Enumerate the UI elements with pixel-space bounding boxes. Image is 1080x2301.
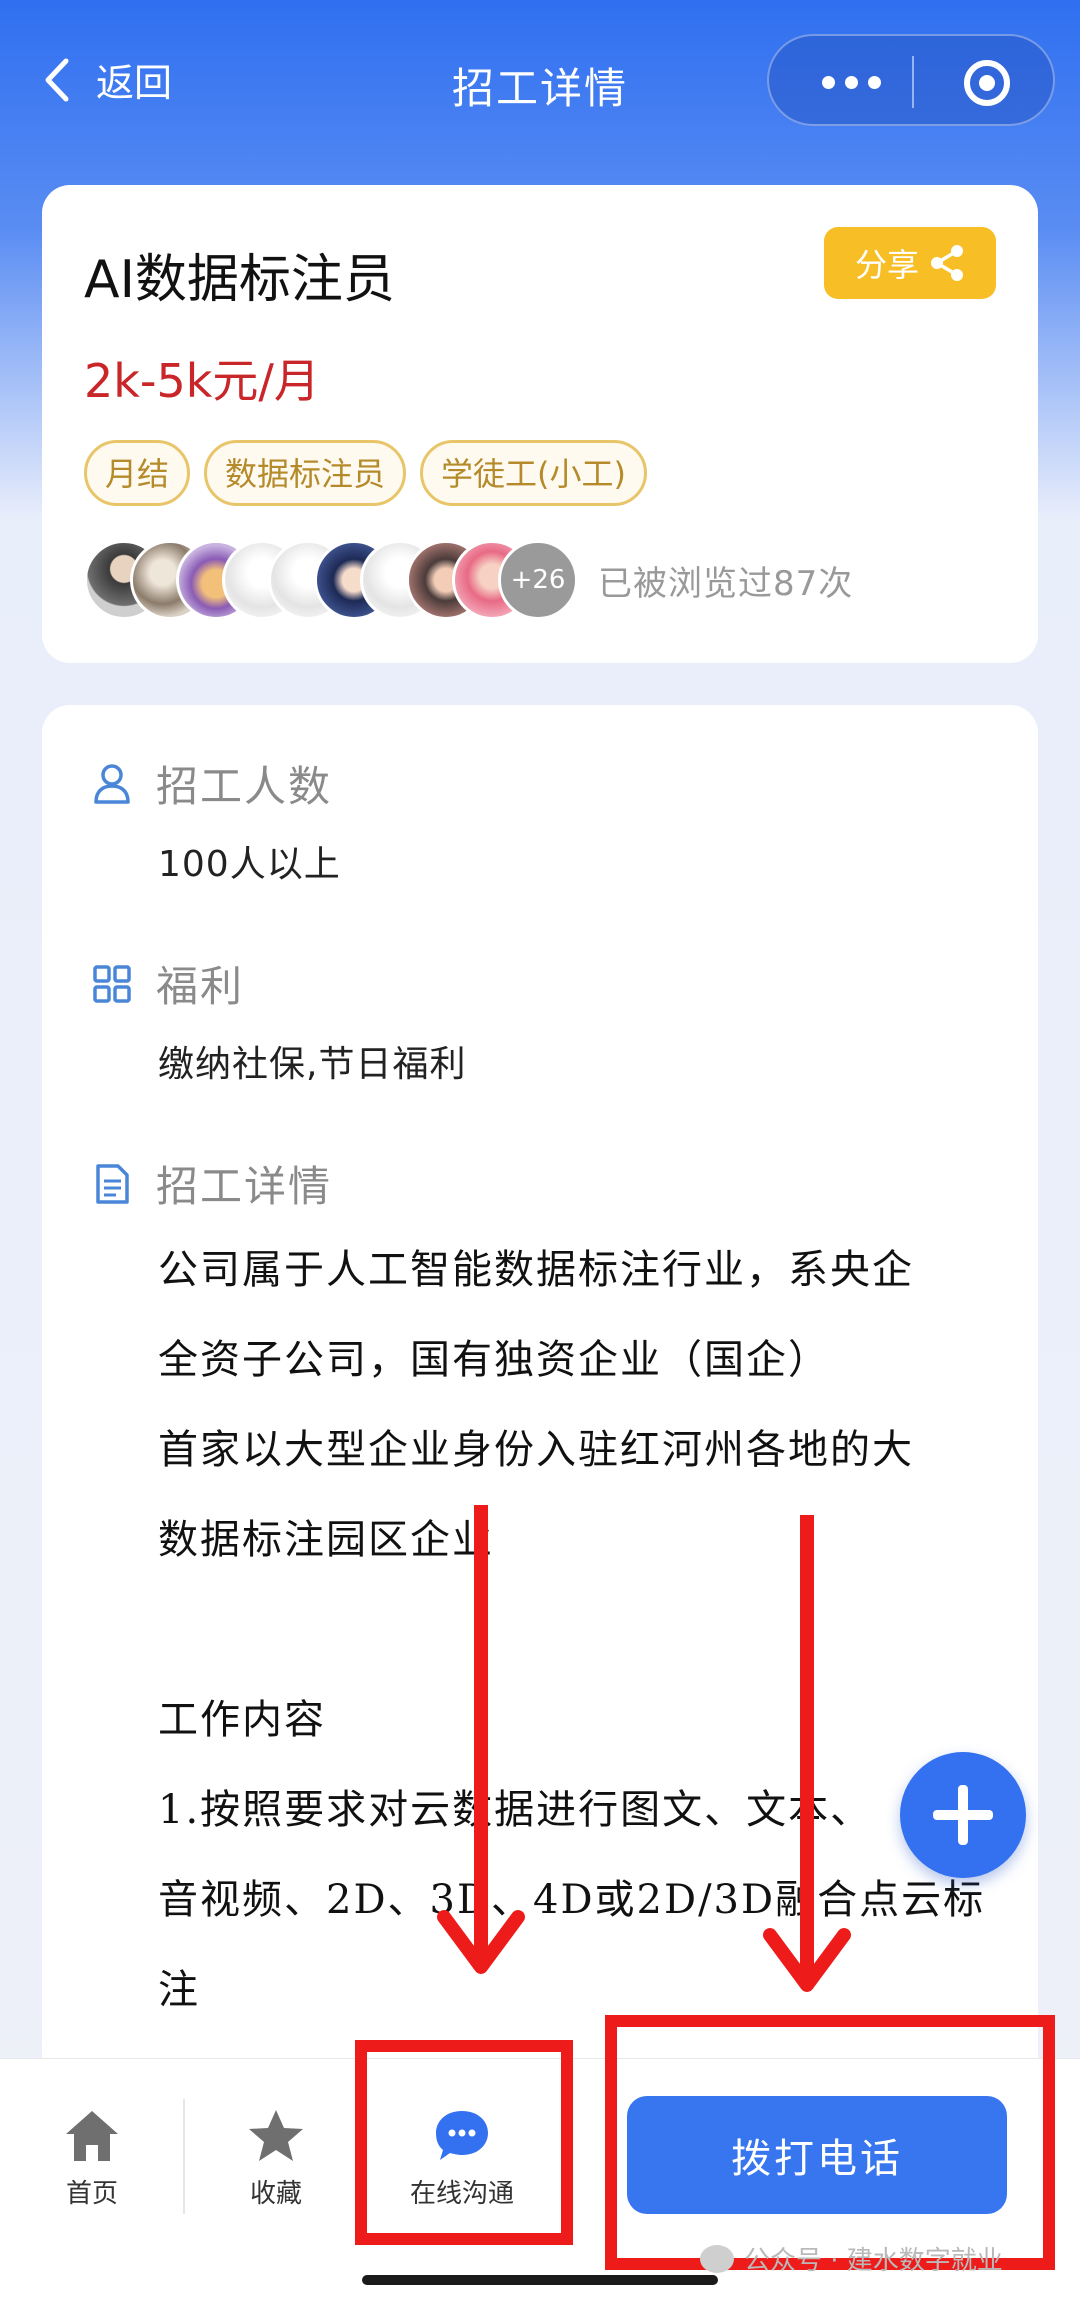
- details-text: 公司属于人工智能数据标注行业，系央企 全资子公司，国有独资企业（国企） 首家以大…: [158, 1225, 1018, 2035]
- target-circle-icon[interactable]: [962, 58, 1012, 108]
- annotation-arrow: [437, 1505, 525, 1974]
- capsule-divider: [912, 56, 914, 108]
- star-icon: [249, 2110, 303, 2161]
- home-label: 首页: [65, 2179, 118, 2209]
- more-viewers-badge: +26: [498, 540, 578, 620]
- share-button[interactable]: 分享: [824, 227, 996, 299]
- details-line: 1.按照要求对云数据进行图文、文本、: [158, 1787, 873, 1833]
- headcount-value: 100人以上: [158, 844, 341, 885]
- document-icon: [96, 1163, 129, 1204]
- details-header: 招工详情: [92, 1153, 332, 1214]
- plus-icon[interactable]: [900, 1752, 1026, 1878]
- details-line: 首家以大型企业身份入驻红河州各地的大: [158, 1427, 914, 1473]
- tag-list: 月结 数据标注员 学徒工(小工): [84, 440, 648, 506]
- navigation-bar: 返回 招工详情: [0, 0, 1080, 170]
- share-label: 分享: [854, 246, 919, 284]
- details-line: 全资子公司，国有独资企业（国企）: [158, 1337, 830, 1383]
- annotation-box: [355, 2040, 573, 2245]
- tab-divider: [183, 2099, 185, 2214]
- favorite-label: 收藏: [249, 2179, 302, 2209]
- details-line: 公司属于人工智能数据标注行业，系央企: [158, 1247, 914, 1293]
- tag-item: 月结: [84, 440, 191, 506]
- watermark: 公众号 · 建水数字就业: [700, 2240, 1003, 2277]
- details-line: 工作内容: [158, 1697, 326, 1743]
- viewer-avatars: +26 已被浏览过87次: [84, 540, 853, 620]
- favorite-tab[interactable]: 收藏: [206, 2107, 346, 2210]
- home-icon: [66, 2111, 118, 2161]
- home-tab[interactable]: 首页: [22, 2107, 162, 2210]
- share-icon: [931, 245, 963, 281]
- wechat-icon: [700, 2244, 734, 2273]
- person-icon: [94, 763, 130, 804]
- details-line: [158, 1585, 1018, 1675]
- job-title: AI数据标注员: [84, 250, 395, 310]
- details-line: 数据标注园区企业: [158, 1517, 494, 1563]
- details-label: 招工详情: [156, 1162, 333, 1211]
- salary: 2k-5k元/月: [84, 354, 320, 408]
- more-dots-icon[interactable]: [811, 60, 891, 104]
- headcount-header: 招工人数: [92, 753, 332, 814]
- grid-icon: [93, 964, 131, 1003]
- home-indicator: [362, 2275, 718, 2285]
- headcount-label: 招工人数: [156, 762, 333, 811]
- tag-item: 学徒工(小工): [420, 440, 648, 506]
- job-summary-card: AI数据标注员 分享 2k-5k元/月 月结 数据标注员 学徒工(小工) +26…: [42, 185, 1038, 663]
- annotation-box: [605, 2015, 1055, 2270]
- view-count: 已被浏览过87次: [598, 563, 854, 604]
- details-line: 音视频、2D、3D、4D或2D/3D融合点云标: [158, 1877, 986, 1923]
- welfare-value: 缴纳社保,节日福利: [158, 1044, 467, 1085]
- welfare-header: 福利: [92, 953, 244, 1014]
- mini-program-capsule: [767, 34, 1055, 126]
- job-details-card: 招工人数 100人以上 福利 缴纳社保,节日福利 招工详情 公司属于人工智能数据…: [42, 705, 1038, 2165]
- tag-item: 数据标注员: [204, 440, 407, 506]
- watermark-text: 公众号 · 建水数字就业: [744, 2246, 1003, 2276]
- welfare-label: 福利: [156, 962, 245, 1011]
- annotation-arrow: [763, 1515, 851, 1992]
